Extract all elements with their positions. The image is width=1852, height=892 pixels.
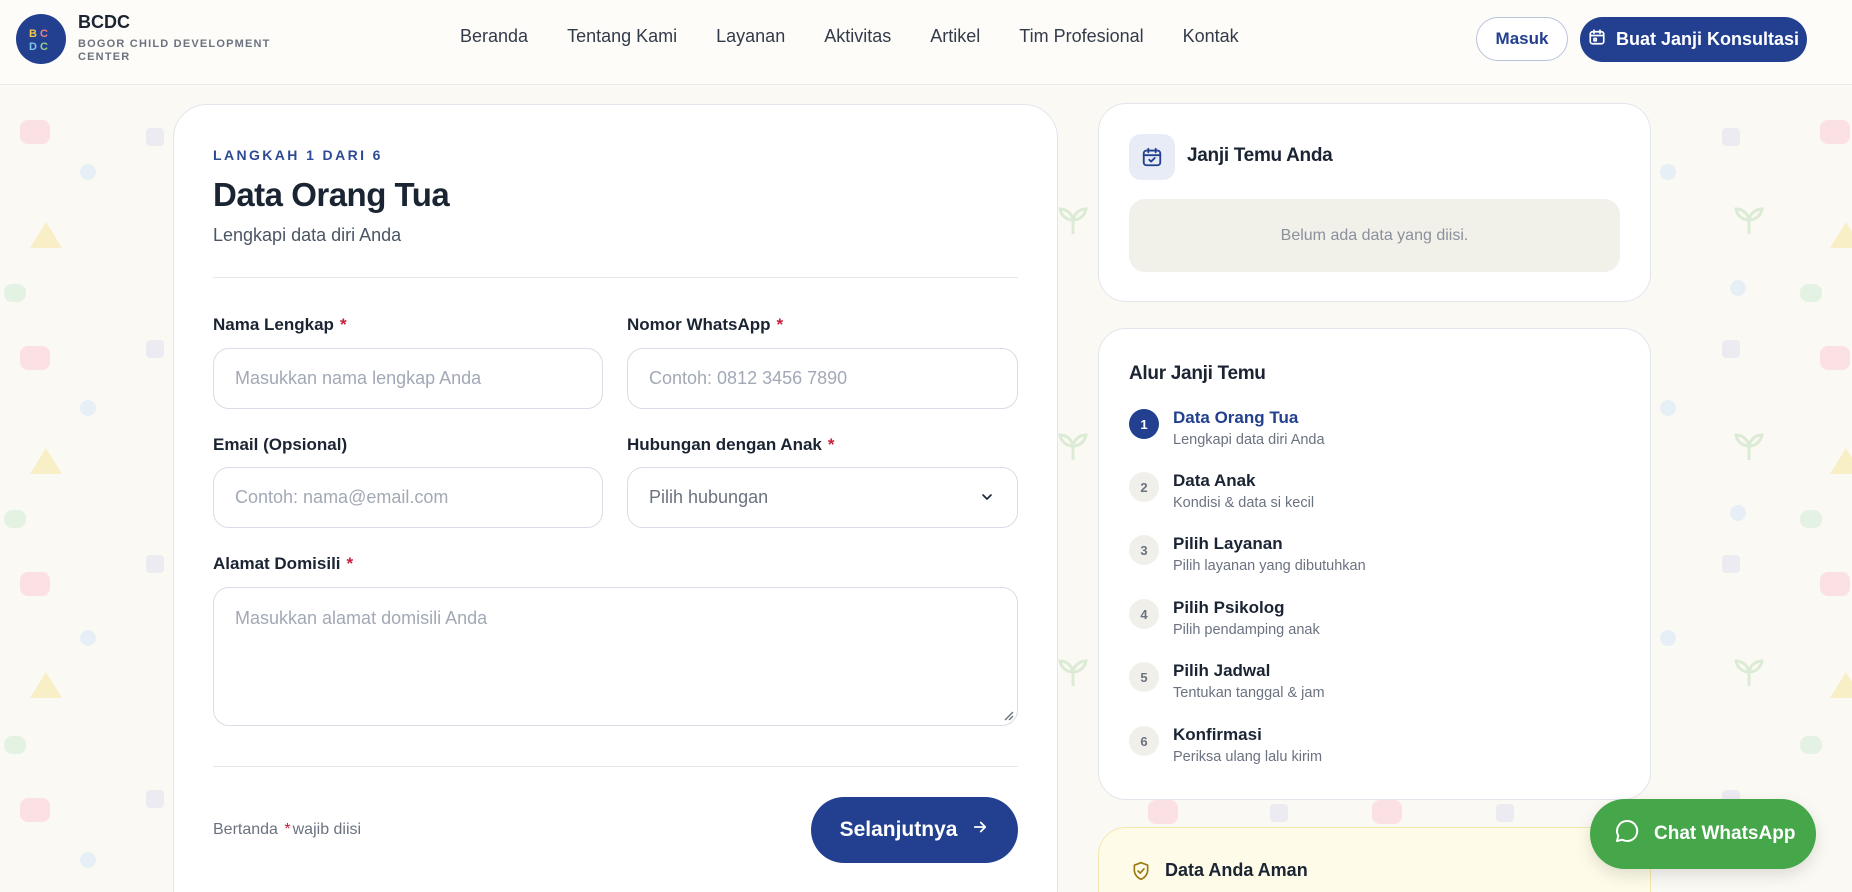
book-consultation-label: Buat Janji Konsultasi bbox=[1615, 29, 1800, 49]
site-header: B C D C BCDC BOGOR CHILD DEVELOPMENT CEN… bbox=[0, 0, 1852, 85]
nav-item-tim-profesional[interactable]: Tim Profesional bbox=[1019, 26, 1143, 47]
step-title: Data Orang Tua bbox=[1173, 408, 1299, 427]
step-indicator: LANGKAH 1 DARI 6 bbox=[213, 147, 383, 163]
whatsapp-chat-button[interactable]: Chat WhatsApp bbox=[1590, 799, 1816, 869]
nav-item-aktivitas[interactable]: Aktivitas bbox=[824, 26, 891, 47]
brand-name[interactable]: BCDC bbox=[78, 12, 130, 33]
relationship-selected-value: Pilih hubungan bbox=[649, 487, 769, 507]
calendar-check-icon bbox=[1129, 134, 1175, 180]
flow-step: 1 Data Orang Tua Lengkapi data diri Anda bbox=[1129, 408, 1609, 457]
email-input[interactable] bbox=[213, 467, 603, 528]
login-button[interactable]: Masuk bbox=[1476, 17, 1568, 61]
flow-step: 2 Data Anak Kondisi & data si kecil bbox=[1129, 471, 1609, 520]
step-description: Periksa ulang lalu kirim bbox=[1173, 749, 1323, 765]
flow-step: 5 Pilih Jadwal Tentukan tanggal & jam bbox=[1129, 661, 1609, 710]
nav-item-beranda[interactable]: Beranda bbox=[460, 26, 528, 47]
email-label: Email (Opsional) bbox=[213, 435, 348, 454]
whatsapp-input[interactable] bbox=[627, 348, 1018, 409]
step-number: 5 bbox=[1129, 662, 1159, 692]
appointment-empty-state: Belum ada data yang diisi. bbox=[1129, 199, 1620, 272]
step-title: Konfirmasi bbox=[1173, 725, 1262, 744]
arrow-right-icon bbox=[971, 818, 989, 842]
divider bbox=[213, 277, 1018, 278]
step-title: Data Anak bbox=[1173, 471, 1256, 490]
main-nav: Beranda Tentang Kami Layanan Aktivitas A… bbox=[460, 26, 1278, 47]
svg-text:D: D bbox=[29, 41, 37, 53]
step-description: Pilih pendamping anak bbox=[1173, 622, 1320, 638]
step-number: 1 bbox=[1129, 409, 1159, 439]
chat-bubble-icon bbox=[1614, 818, 1640, 850]
whatsapp-chat-label: Chat WhatsApp bbox=[1654, 823, 1796, 844]
resize-handle-icon[interactable] bbox=[1002, 709, 1014, 721]
step-number: 4 bbox=[1129, 599, 1159, 629]
next-button[interactable]: Selanjutnya bbox=[811, 797, 1018, 863]
step-number: 3 bbox=[1129, 535, 1159, 565]
appointment-summary-card: Janji Temu Anda Belum ada data yang diis… bbox=[1098, 103, 1651, 302]
full-name-label: Nama Lengkap * bbox=[213, 315, 347, 334]
nav-item-kontak[interactable]: Kontak bbox=[1183, 26, 1239, 47]
flow-step: 4 Pilih Psikolog Pilih pendamping anak bbox=[1129, 598, 1609, 647]
address-textarea[interactable] bbox=[213, 587, 1018, 726]
nav-item-tentang-kami[interactable]: Tentang Kami bbox=[567, 26, 677, 47]
step-title: Pilih Jadwal bbox=[1173, 661, 1271, 680]
full-name-input[interactable] bbox=[213, 348, 603, 409]
step-description: Kondisi & data si kecil bbox=[1173, 495, 1315, 511]
data-safety-title: Data Anda Aman bbox=[1165, 860, 1308, 880]
calendar-icon bbox=[1588, 28, 1606, 51]
svg-text:B: B bbox=[29, 28, 37, 40]
step-description: Pilih layanan yang dibutuhkan bbox=[1173, 558, 1366, 574]
logo-icon[interactable]: B C D C bbox=[16, 14, 66, 64]
chevron-down-icon bbox=[979, 489, 995, 510]
flow-title: Alur Janji Temu bbox=[1129, 363, 1266, 384]
svg-text:C: C bbox=[40, 28, 48, 40]
required-note: Bertanda * wajib diisi bbox=[213, 821, 362, 838]
step-title: Pilih Psikolog bbox=[1173, 598, 1285, 617]
step-description: Tentukan tanggal & jam bbox=[1173, 685, 1325, 701]
nav-item-layanan[interactable]: Layanan bbox=[716, 26, 785, 47]
brand-subtitle: BOGOR CHILD DEVELOPMENT CENTER bbox=[78, 38, 271, 63]
book-consultation-button[interactable]: Buat Janji Konsultasi bbox=[1580, 17, 1807, 62]
step-number: 6 bbox=[1129, 726, 1159, 756]
step-number: 2 bbox=[1129, 472, 1159, 502]
flow-step: 6 Konfirmasi Periksa ulang lalu kirim bbox=[1129, 725, 1609, 774]
parent-data-form: LANGKAH 1 DARI 6 Data Orang Tua Lengkapi… bbox=[173, 104, 1058, 892]
svg-text:C: C bbox=[40, 41, 48, 53]
relationship-label: Hubungan dengan Anak * bbox=[627, 435, 835, 454]
address-label: Alamat Domisili * bbox=[213, 554, 354, 573]
form-title: Data Orang Tua bbox=[213, 176, 450, 213]
relationship-select[interactable]: Pilih hubungan bbox=[627, 467, 1018, 528]
data-safety-card: Data Anda Aman bbox=[1098, 827, 1651, 892]
flow-step: 3 Pilih Layanan Pilih layanan yang dibut… bbox=[1129, 534, 1609, 583]
appointment-flow-card: Alur Janji Temu 1 Data Orang Tua Lengkap… bbox=[1098, 328, 1651, 800]
step-description: Lengkapi data diri Anda bbox=[1173, 432, 1325, 448]
nav-item-artikel[interactable]: Artikel bbox=[930, 26, 980, 47]
form-subtitle: Lengkapi data diri Anda bbox=[213, 225, 402, 245]
appointment-title: Janji Temu Anda bbox=[1187, 145, 1333, 166]
shield-check-icon bbox=[1131, 860, 1151, 887]
divider bbox=[213, 766, 1018, 767]
whatsapp-label: Nomor WhatsApp * bbox=[627, 315, 784, 334]
next-button-label: Selanjutnya bbox=[839, 818, 958, 841]
step-title: Pilih Layanan bbox=[1173, 534, 1283, 553]
